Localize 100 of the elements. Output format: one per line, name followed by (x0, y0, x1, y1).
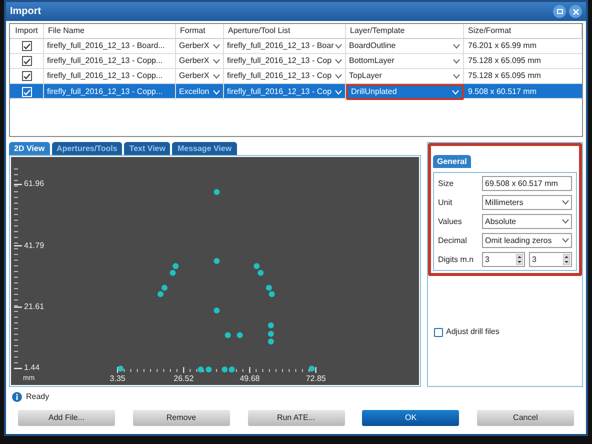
table-cell: firefly_full_2016_12_13 - Copp... (44, 54, 176, 68)
digits-spinner[interactable]: 3 (482, 252, 525, 267)
column-header[interactable]: Import (10, 24, 44, 38)
column-header[interactable]: Size/Format (464, 24, 582, 38)
checkbox[interactable] (434, 328, 443, 336)
close-button[interactable] (569, 5, 582, 18)
drill-hole (308, 366, 315, 372)
column-header[interactable]: File Name (44, 24, 176, 38)
y-tick (14, 368, 22, 370)
x-tick-label: 26.52 (172, 375, 195, 383)
checkbox-label: Adjust drill files (446, 326, 500, 338)
dialog-button[interactable]: OK (362, 410, 460, 426)
layer-dropdown[interactable]: BottomLayer (346, 54, 464, 68)
format-dropdown[interactable]: GerberX (176, 39, 224, 53)
format-dropdown[interactable]: GerberX (176, 69, 224, 83)
option-dropdown[interactable]: Absolute (482, 214, 572, 229)
file-row[interactable]: firefly_full_2016_12_13 - Copp... Excellon firefly_full_2016_12_13 - Cop DrillUnplated 9.508 x 60.517 mm (10, 84, 582, 99)
size-field[interactable]: 69.508 x 60.517 mm (482, 176, 572, 191)
info-icon (12, 392, 22, 402)
spinner-arrows-icon (516, 254, 523, 265)
table-cell: firefly_full_2016_12_13 - Board... (44, 39, 176, 53)
y-tick (14, 184, 22, 186)
layer-dropdown[interactable]: DrillUnplated (346, 84, 464, 100)
format-dropdown[interactable]: Excellon (176, 84, 224, 100)
x-tick (249, 366, 250, 374)
field-label: Decimal (438, 234, 468, 246)
drill-hole (214, 188, 220, 195)
option-dropdown[interactable]: Millimeters (482, 195, 572, 210)
y-tick-label: 61.96 (24, 180, 44, 188)
table-cell-text: 9.508 x 60.517 mm (467, 86, 538, 98)
option-dropdown[interactable]: Omit leading zeros (482, 233, 572, 248)
chevron-down-icon (562, 200, 569, 205)
column-header[interactable]: Aperture/Tool List (224, 24, 346, 38)
spinner-arrows-icon (563, 254, 570, 265)
dialog-button[interactable]: Remove (132, 410, 230, 426)
chevron-down-icon (213, 90, 220, 94)
dialog-button[interactable]: Add File... (18, 410, 115, 426)
view-tab[interactable]: Apertures/Tools (52, 142, 122, 155)
format-dropdown[interactable]: GerberX (176, 54, 224, 68)
column-header[interactable]: Layer/Template (346, 24, 464, 38)
window-icon (556, 9, 562, 14)
field-label: Size (438, 178, 455, 190)
aperture-dropdown[interactable]: firefly_full_2016_12_13 - Boar (224, 39, 346, 53)
status-text: Ready (26, 391, 50, 403)
chevron-down-icon (335, 44, 342, 48)
view-tab[interactable]: 2D View (9, 142, 50, 155)
chevron-down-icon (213, 44, 220, 48)
field-label: Digits m.n (438, 254, 475, 266)
y-tick (14, 245, 22, 246)
y-tick-label: 41.79 (24, 242, 44, 250)
chevron-down-icon (562, 219, 569, 224)
digits-spinner[interactable]: 3 (529, 252, 572, 267)
y-tick (14, 306, 22, 308)
chevron-down-icon (335, 58, 342, 64)
drill-hole (214, 308, 220, 314)
file-row[interactable]: firefly_full_2016_12_13 - Copp... GerberX firefly_full_2016_12_13 - Cop BottomLayer 75.128 x 65.095 mm (10, 54, 582, 69)
drill-hole (214, 258, 220, 264)
table-cell-text: 76.201 x 65.99 mm (467, 40, 538, 52)
chevron-down-icon (453, 58, 460, 64)
layer-dropdown[interactable]: TopLayer (346, 69, 464, 83)
y-tick-label: 21.61 (24, 303, 44, 312)
chevron-down-icon (213, 74, 220, 78)
field-label: Unit (438, 196, 454, 208)
dialog-button[interactable]: Run ATE... (248, 410, 344, 426)
x-tick (315, 366, 316, 374)
chevron-down-icon (335, 90, 342, 94)
chevron-down-icon (453, 44, 460, 48)
checkbox[interactable] (22, 41, 32, 51)
table-cell: firefly_full_2016_12_13 - Copp... (44, 84, 176, 100)
view-tab[interactable]: Text View (124, 142, 170, 155)
layer-dropdown[interactable]: BoardOutline (346, 39, 464, 53)
close-icon (572, 8, 578, 14)
x-tick-label: 72.85 (304, 375, 327, 383)
general-tab[interactable]: General (433, 155, 471, 168)
x-tick-label: 3.35 (108, 375, 126, 383)
chevron-down-icon (335, 74, 342, 78)
checkbox[interactable] (22, 56, 32, 66)
aperture-dropdown[interactable]: firefly_full_2016_12_13 - Cop (224, 69, 346, 83)
checkbox[interactable] (22, 71, 32, 81)
drill-hole (118, 366, 124, 372)
chevron-down-icon (213, 58, 220, 64)
view-tab[interactable]: Message View (172, 142, 237, 155)
chevron-down-icon (453, 74, 460, 78)
checkmark-icon (22, 88, 30, 96)
chevron-down-icon (562, 238, 569, 243)
aperture-dropdown[interactable]: firefly_full_2016_12_13 - Cop (224, 54, 346, 68)
dialog-button[interactable]: Cancel (477, 410, 574, 426)
aperture-dropdown[interactable]: firefly_full_2016_12_13 - Cop (224, 84, 346, 100)
table-cell-text: 75.128 x 65.095 mm (467, 55, 542, 67)
file-row[interactable]: firefly_full_2016_12_13 - Board... GerberX firefly_full_2016_12_13 - Boar BoardOutline 76.201 x 65.99 mm (10, 39, 582, 54)
column-header[interactable]: Format (176, 24, 224, 38)
x-tick (183, 366, 184, 374)
file-row[interactable]: firefly_full_2016_12_13 - Copp... GerberX firefly_full_2016_12_13 - Cop TopLayer 75.128 x 65.095 mm (10, 69, 582, 84)
window-title: Import (10, 5, 42, 19)
field-label: Values (438, 216, 463, 228)
table-cell: firefly_full_2016_12_13 - Copp... (44, 69, 176, 83)
x-tick-label: 49.68 (238, 375, 261, 383)
y-tick-label: 1.44 (24, 364, 40, 372)
maximize-button[interactable] (553, 5, 566, 18)
table-cell-text: 75.128 x 65.095 mm (467, 70, 542, 82)
